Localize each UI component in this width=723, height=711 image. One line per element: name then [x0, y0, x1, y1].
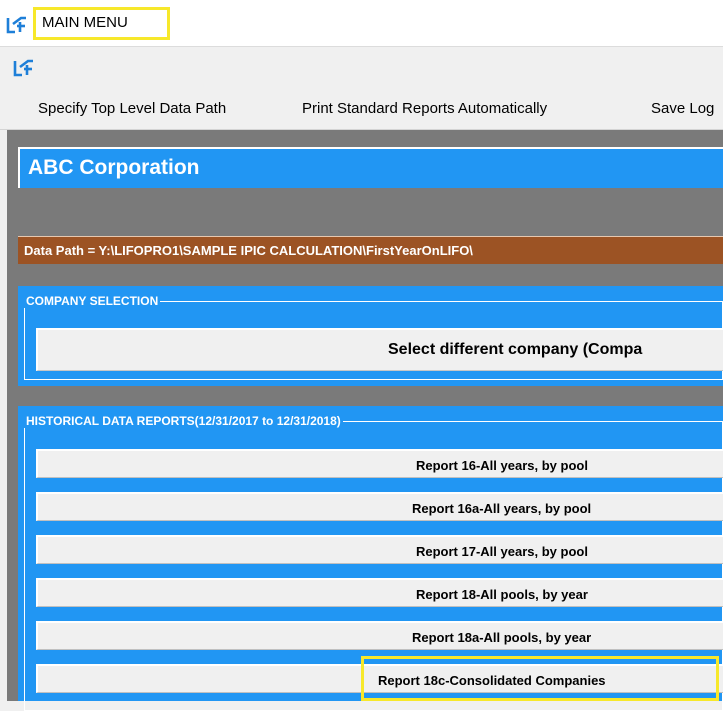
- historical-reports-title: HISTORICAL DATA REPORTS(12/31/2017 to 12…: [24, 414, 343, 428]
- report-16a-label: Report 16a-All years, by pool: [412, 501, 592, 516]
- menu-item-print-standard-reports[interactable]: Print Standard Reports Automatically: [302, 100, 547, 117]
- menu-bar: Specify Top Level Data Path Print Standa…: [0, 89, 723, 130]
- report-17-button[interactable]: Report 17-All years, by pool: [36, 535, 723, 564]
- toolbar: [0, 47, 723, 89]
- window-title: MAIN MENU: [42, 14, 128, 31]
- app-logo-icon: [6, 16, 26, 34]
- select-company-button[interactable]: Select different company (Compa: [36, 328, 723, 371]
- report-18-label: Report 18-All pools, by year: [416, 587, 588, 602]
- report-18a-label: Report 18a-All pools, by year: [412, 630, 592, 645]
- company-selection-title: COMPANY SELECTION: [24, 294, 161, 308]
- menu-item-save-log[interactable]: Save Log: [651, 100, 714, 117]
- app-menu-icon[interactable]: [13, 58, 35, 78]
- data-path-text: Data Path = Y:\LIFOPRO1\SAMPLE IPIC CALC…: [24, 243, 473, 258]
- report-17-label: Report 17-All years, by pool: [416, 544, 588, 559]
- report-16a-button[interactable]: Report 16a-All years, by pool: [36, 492, 723, 521]
- company-name-bar: ABC Corporation: [18, 147, 723, 188]
- company-name: ABC Corporation: [28, 156, 200, 179]
- report-16-label: Report 16-All years, by pool: [416, 458, 588, 473]
- report-16-button[interactable]: Report 16-All years, by pool: [36, 449, 723, 478]
- report-18a-button[interactable]: Report 18a-All pools, by year: [36, 621, 723, 650]
- menu-item-specify-data-path[interactable]: Specify Top Level Data Path: [38, 100, 226, 117]
- select-company-button-label: Select different company (Compa: [388, 341, 643, 358]
- title-bar: MAIN MENU: [0, 0, 723, 47]
- report-18c-highlight-box: [361, 656, 719, 701]
- data-path-bar: Data Path = Y:\LIFOPRO1\SAMPLE IPIC CALC…: [18, 236, 723, 264]
- report-18-button[interactable]: Report 18-All pools, by year: [36, 578, 723, 607]
